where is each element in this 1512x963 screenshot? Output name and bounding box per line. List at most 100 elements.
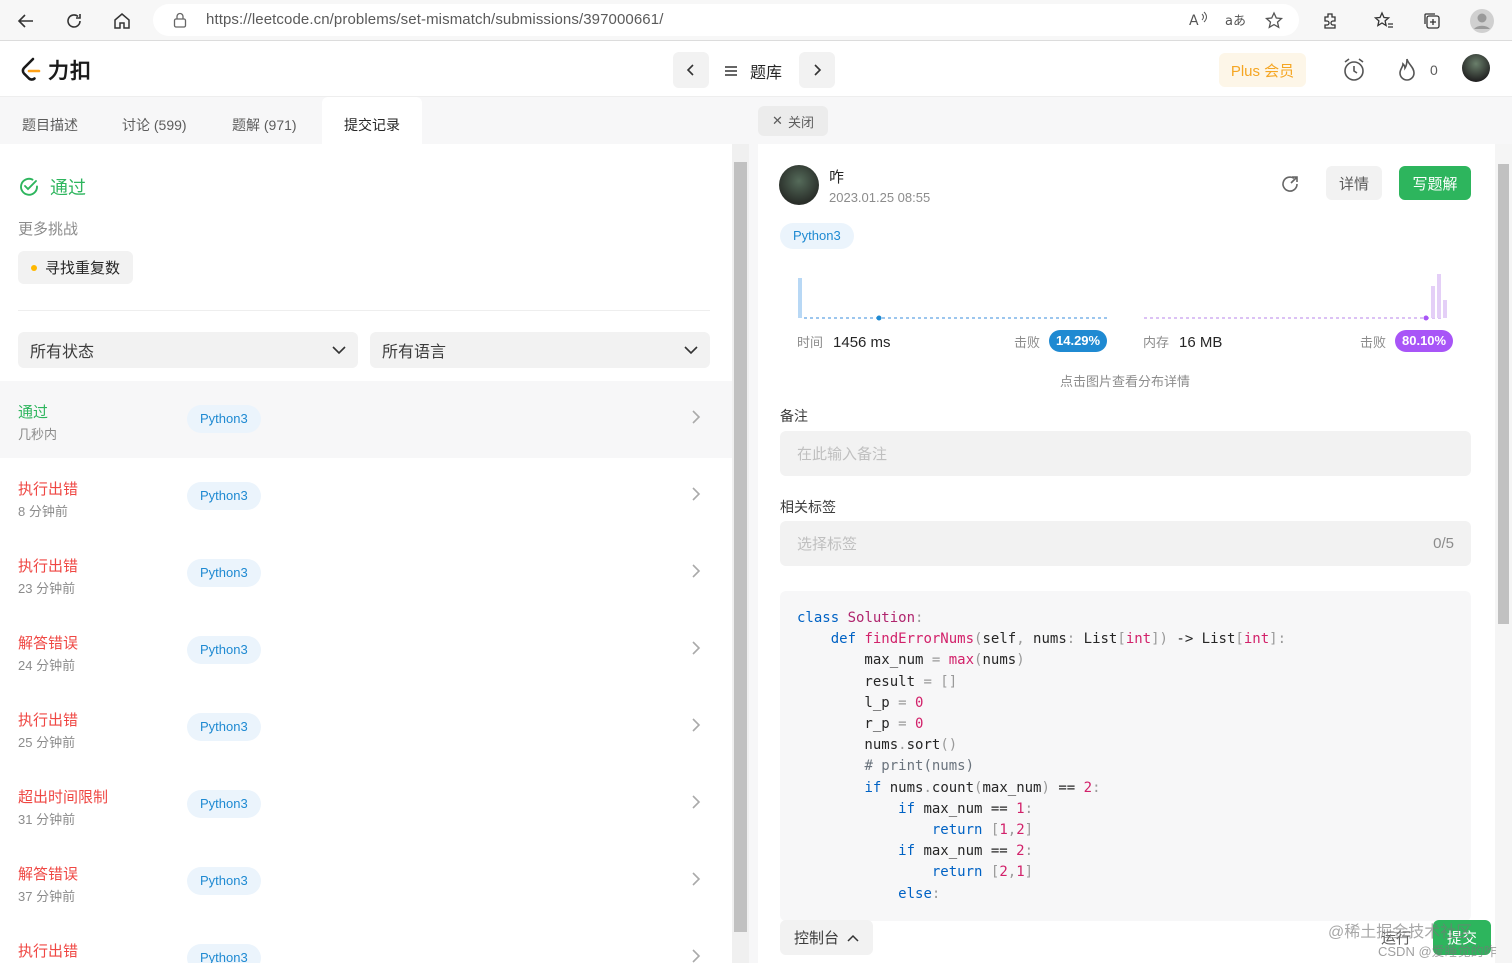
memory-distribution-chart[interactable] <box>1142 270 1462 324</box>
submission-time: 23 分钟前 <box>18 581 76 596</box>
tab-description[interactable]: 题目描述 <box>0 97 100 144</box>
submission-row[interactable]: 解答错误 37 分钟前 Python3 <box>0 843 732 920</box>
submission-row[interactable]: 执行出错 Python3 <box>0 920 732 963</box>
tags-select[interactable]: 选择标签 0/5 <box>780 521 1471 566</box>
beat-label: 击败 <box>1360 335 1387 350</box>
code-line: return [2,1] <box>931 864 1034 881</box>
runtime-value: 1456 ms <box>833 334 891 351</box>
submission-status: 解答错误 <box>18 866 79 883</box>
tags-label: 相关标签 <box>780 499 836 515</box>
right-scrollbar[interactable] <box>1495 144 1512 963</box>
lock-icon <box>173 12 187 33</box>
language-filter-select[interactable]: 所有语言 <box>370 332 710 368</box>
chevron-right-icon <box>692 872 701 886</box>
collections-icon[interactable] <box>1418 7 1446 35</box>
code-line: class Solution: <box>797 610 924 626</box>
submission-row[interactable]: 通过 几秒内 Python3 <box>0 381 732 458</box>
status-filter-select[interactable]: 所有状态 <box>18 332 358 368</box>
submission-language: Python3 <box>187 405 261 433</box>
submitter-info: 咋 2023.01.25 08:55 <box>779 165 930 205</box>
refresh-icon[interactable] <box>60 7 88 35</box>
close-icon: ✕ <box>772 113 783 128</box>
submission-time: 25 分钟前 <box>18 735 76 750</box>
submission-row[interactable]: 执行出错 25 分钟前 Python3 <box>0 689 732 766</box>
code-block[interactable]: class Solution: def findErrorNums(self, … <box>780 591 1471 921</box>
profile-icon[interactable] <box>1468 7 1496 35</box>
submission-status: 执行出错 <box>18 481 79 498</box>
prev-problem-button[interactable] <box>673 52 709 88</box>
home-icon[interactable] <box>108 7 136 35</box>
alarm-clock-icon[interactable] <box>1341 57 1367 88</box>
flame-icon <box>1399 58 1415 81</box>
favorite-add-icon[interactable] <box>1264 11 1284 36</box>
problem-tabs: 题目描述 讨论 (599) 题解 (971) 提交记录 <box>0 97 732 144</box>
submission-row[interactable]: 执行出错 23 分钟前 Python3 <box>0 535 732 612</box>
left-scrollbar[interactable] <box>732 144 749 963</box>
runtime-distribution-chart[interactable] <box>794 270 1114 324</box>
favorites-icon[interactable] <box>1370 7 1398 35</box>
runtime-bar <box>798 278 802 318</box>
notes-label: 备注 <box>780 408 808 424</box>
back-icon[interactable] <box>12 7 40 35</box>
submission-language: Python3 <box>187 482 261 510</box>
code-line: if nums.count(max_num) == 2: <box>864 779 1101 796</box>
chevron-right-icon <box>692 410 701 424</box>
submitter-name: 咋 <box>829 168 845 186</box>
tab-solutions[interactable]: 题解 (971) <box>210 97 319 144</box>
problem-list-button[interactable]: 题库 <box>724 59 782 83</box>
next-problem-button[interactable] <box>799 52 835 88</box>
notes-input[interactable]: 在此输入备注 <box>780 431 1471 476</box>
submission-time: 几秒内 <box>18 427 58 442</box>
chart-hint: 点击图片查看分布详情 <box>1060 374 1191 389</box>
submission-date: 2023.01.25 08:55 <box>829 189 931 205</box>
submission-language: Python3 <box>187 944 261 963</box>
code-line: r_p = 0 <box>797 716 924 733</box>
submission-detail-panel: 咋 2023.01.25 08:55 详情 写题解 Python3 时间 1456… <box>758 144 1495 963</box>
related-problem-chip[interactable]: 寻找重复数 <box>18 251 134 284</box>
submission-language: Python3 <box>187 713 261 741</box>
scrollbar-thumb[interactable] <box>734 162 747 932</box>
more-challenges-label: 更多挑战 <box>18 221 79 238</box>
tab-discussion[interactable]: 讨论 (599) <box>100 97 209 144</box>
submission-time: 8 分钟前 <box>18 504 68 519</box>
console-toggle-button[interactable]: 控制台 <box>780 920 873 955</box>
scrollbar-thumb[interactable] <box>1498 164 1509 624</box>
detail-button[interactable]: 详情 <box>1326 166 1382 200</box>
close-detail-button[interactable]: ✕ 关闭 <box>758 106 828 136</box>
share-icon[interactable] <box>1280 174 1300 199</box>
accepted-label: 通过 <box>50 178 86 198</box>
submission-row[interactable]: 超出时间限制 31 分钟前 Python3 <box>0 766 732 843</box>
write-solution-button[interactable]: 写题解 <box>1399 166 1471 200</box>
leetcode-logo[interactable]: 力扣 <box>20 55 92 85</box>
extensions-icon[interactable] <box>1316 7 1344 35</box>
translate-icon[interactable]: aあ <box>1225 11 1247 34</box>
submitter-avatar[interactable] <box>779 165 819 205</box>
code-line: result = [] <box>797 673 958 690</box>
chevron-right-icon <box>692 718 701 732</box>
submission-status: 执行出错 <box>18 943 79 960</box>
user-avatar[interactable] <box>1462 54 1490 82</box>
accepted-status: 通过 <box>18 174 86 200</box>
submission-row[interactable]: 执行出错 8 分钟前 Python3 <box>0 458 732 535</box>
address-bar[interactable]: https://leetcode.cn/problems/set-mismatc… <box>153 4 1299 36</box>
watermark-csdn: CSDN @爱睡觉的咋 <box>1378 944 1497 959</box>
menu-icon <box>725 66 737 76</box>
code-line: else: <box>898 885 941 902</box>
code-line: l_p = 0 <box>797 694 924 711</box>
logo-text: 力扣 <box>48 60 92 83</box>
memory-bar <box>1437 274 1441 318</box>
memory-bar <box>1443 300 1447 318</box>
submission-language: Python3 <box>187 867 261 895</box>
tab-submissions[interactable]: 提交记录 <box>322 97 422 144</box>
plus-membership-button[interactable]: Plus 会员 <box>1219 53 1306 87</box>
code-line: if max_num == 1: <box>898 800 1034 817</box>
language-filter-value: 所有语言 <box>382 344 447 361</box>
svg-text:A: A <box>1189 13 1199 29</box>
streak-counter[interactable]: 0 <box>1396 57 1438 83</box>
close-label: 关闭 <box>787 114 814 130</box>
submission-time: 31 分钟前 <box>18 812 76 827</box>
submission-status: 解答错误 <box>18 635 79 652</box>
read-aloud-icon[interactable]: A <box>1188 11 1208 34</box>
submission-row[interactable]: 解答错误 24 分钟前 Python3 <box>0 612 732 689</box>
tags-placeholder: 选择标签 <box>797 536 858 553</box>
